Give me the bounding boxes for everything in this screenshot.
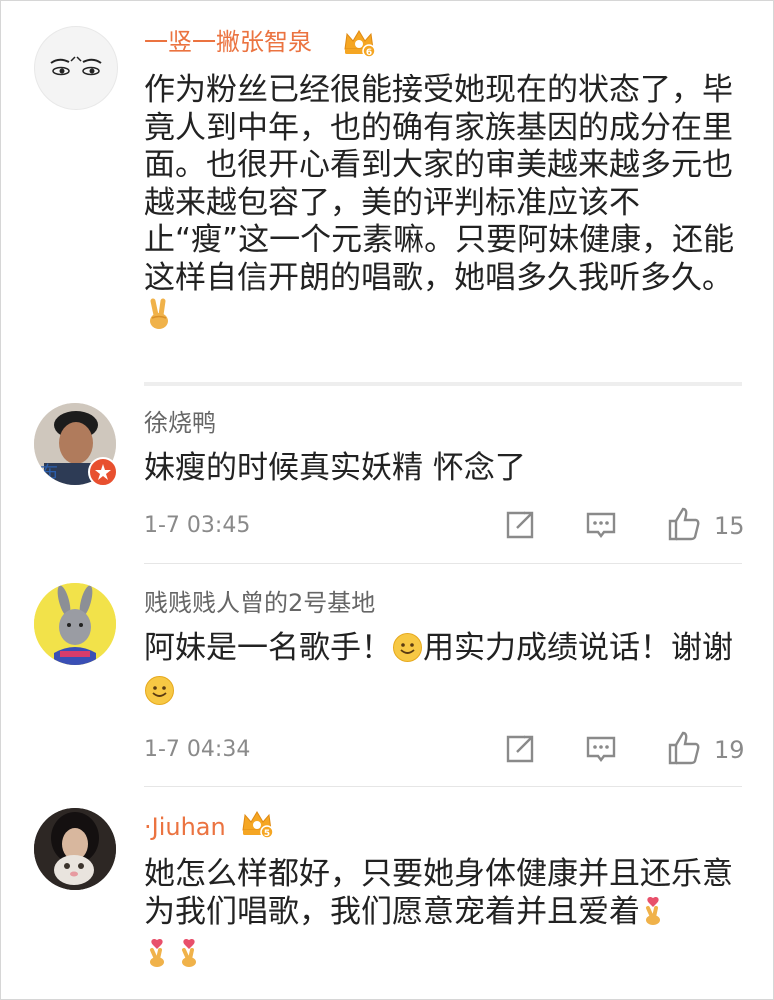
username[interactable]: 一竖一撇张智泉 bbox=[144, 27, 312, 57]
repost-icon[interactable] bbox=[503, 508, 537, 542]
comment-text: 作为粉丝已经很能接受她现在的状态了，毕竟人到中年，也的确有家族基因的成分在里面。… bbox=[144, 72, 744, 341]
username[interactable]: 贱贱贱人曾的2号基地 bbox=[144, 588, 375, 618]
repost-icon[interactable] bbox=[503, 732, 537, 766]
divider bbox=[144, 786, 742, 787]
avatar[interactable] bbox=[34, 583, 116, 665]
vip-level: 5 bbox=[264, 829, 270, 838]
like-icon[interactable] bbox=[667, 730, 701, 765]
verified-badge-icon bbox=[88, 457, 118, 487]
username[interactable]: ·Jiuhan bbox=[144, 812, 226, 842]
username[interactable]: 徐烧鸭 bbox=[144, 408, 216, 438]
comment-time: 1-7 03:45 bbox=[144, 513, 251, 538]
vip-level: 6 bbox=[366, 48, 372, 57]
divider bbox=[144, 563, 742, 564]
comment-icon[interactable] bbox=[584, 508, 618, 542]
like-count: 15 bbox=[714, 512, 745, 540]
finger-heart-icon bbox=[144, 937, 170, 979]
avatar[interactable] bbox=[34, 808, 116, 890]
divider bbox=[144, 382, 742, 386]
vip-crown-icon[interactable]: 5 bbox=[240, 808, 274, 839]
comment-text: 妹瘦的时候真实妖精 怀念了 bbox=[144, 450, 526, 486]
comment-time: 1-7 04:34 bbox=[144, 737, 251, 762]
finger-heart-icon bbox=[640, 895, 666, 937]
comment-icon[interactable] bbox=[584, 732, 618, 766]
like-icon[interactable] bbox=[667, 506, 701, 541]
finger-heart-icon bbox=[176, 937, 202, 979]
comment-text: 她怎么样都好，只要她身体健康并且还乐意为我们唱歌，我们愿意宠着并且爱着 bbox=[144, 856, 744, 979]
vip-crown-icon[interactable]: 6 bbox=[342, 27, 376, 58]
avatar[interactable] bbox=[34, 26, 118, 110]
like-count: 19 bbox=[714, 736, 745, 764]
comment-text: 阿妹是一名歌手！ 用实力成绩说话！谢谢 bbox=[144, 630, 744, 715]
smile-icon bbox=[144, 675, 175, 716]
victory-hand-icon bbox=[144, 297, 174, 341]
smile-icon bbox=[392, 632, 423, 673]
